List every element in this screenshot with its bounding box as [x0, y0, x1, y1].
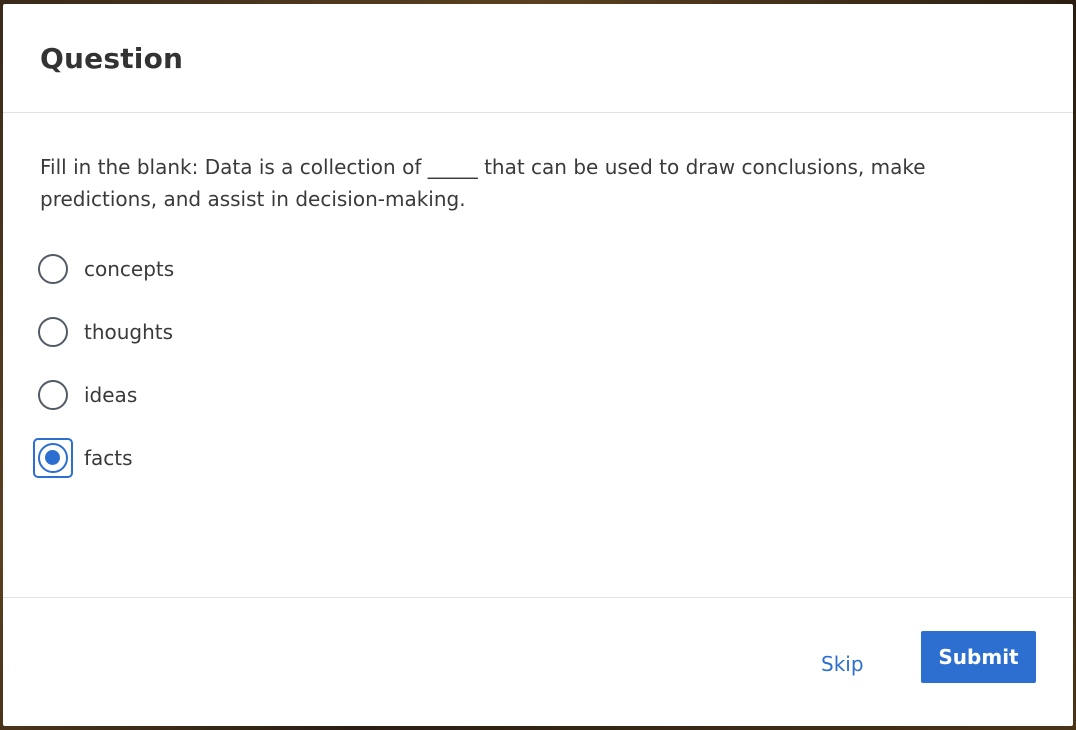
- radio-focus-ring: [33, 437, 73, 478]
- radio-button-thoughts[interactable]: [38, 316, 68, 347]
- radio-wrap: [33, 249, 73, 289]
- answer-options: concepts thoughts ideas facts: [33, 237, 1033, 489]
- radio-button-facts[interactable]: [38, 442, 68, 473]
- option-label: concepts: [84, 256, 175, 281]
- option-thoughts[interactable]: thoughts: [38, 300, 1033, 363]
- radio-wrap: [33, 312, 73, 352]
- dialog-title: Question: [40, 42, 184, 75]
- question-dialog: Question Fill in the blank: Data is a co…: [3, 4, 1073, 726]
- option-ideas[interactable]: ideas: [38, 363, 1033, 426]
- option-label: ideas: [84, 382, 138, 407]
- option-label: facts: [84, 445, 133, 470]
- radio-wrap: [33, 375, 73, 415]
- submit-button[interactable]: Submit: [921, 631, 1036, 683]
- skip-button[interactable]: Skip: [801, 648, 884, 680]
- dialog-header: Question: [3, 4, 1073, 113]
- question-prompt: Fill in the blank: Data is a collection …: [40, 155, 926, 211]
- option-facts[interactable]: facts: [33, 426, 1033, 489]
- radio-button-ideas[interactable]: [38, 379, 68, 410]
- radio-button-concepts[interactable]: [38, 253, 68, 284]
- dialog-footer: Skip Submit: [3, 598, 1073, 724]
- dialog-body: Fill in the blank: Data is a collection …: [3, 113, 1073, 598]
- option-label: thoughts: [84, 319, 174, 344]
- option-concepts[interactable]: concepts: [38, 237, 1033, 300]
